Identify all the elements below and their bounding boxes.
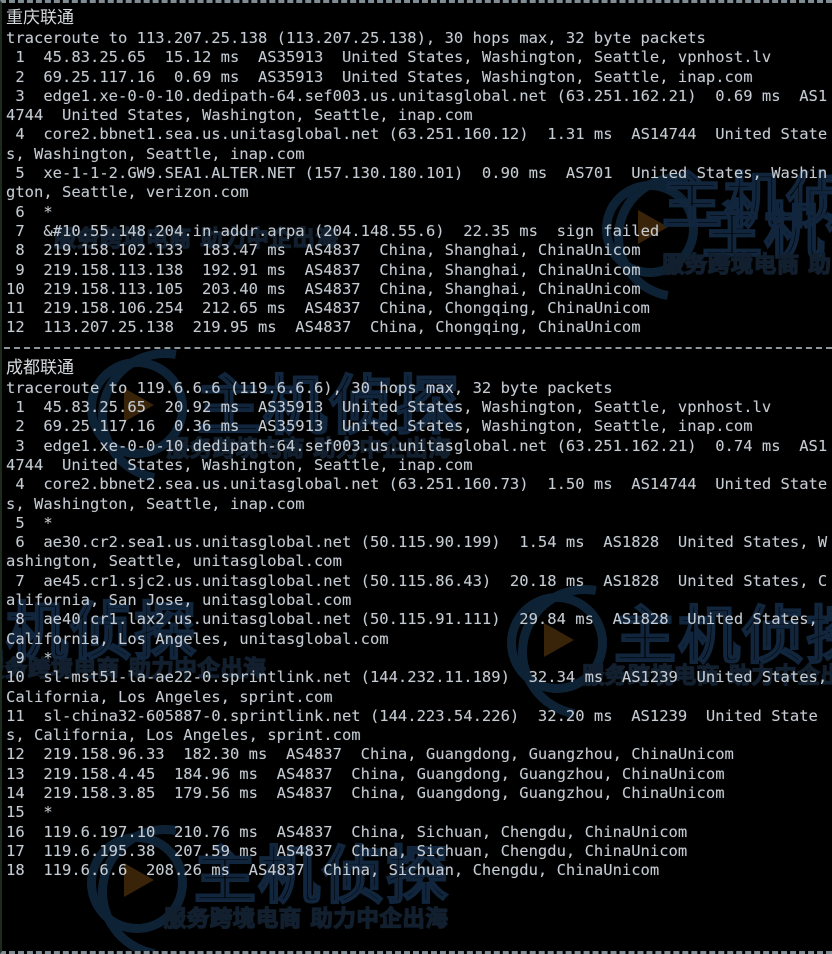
section-title: 重庆联通 — [6, 8, 74, 28]
watermark-tagline-text: 服务跨境电商 助力中企出海 — [163, 906, 449, 933]
section-divider — [4, 346, 832, 349]
traceroute-output: traceroute to 113.207.25.138 (113.207.25… — [6, 29, 828, 337]
section-chengdu-unicom: 成都联通 traceroute to 119.6.6.6 (119.6.6.6)… — [4, 357, 832, 881]
traceroute-terminal-output: 主机侦探 服务跨境电商 助 服务跨境电商 助力中企出海 主机侦探 服务跨境电商 … — [0, 0, 832, 954]
traceroute-output: traceroute to 119.6.6.6 (119.6.6.6), 30 … — [6, 378, 828, 880]
section-chongqing-unicom: 重庆联通 traceroute to 113.207.25.138 (113.2… — [4, 7, 832, 338]
terminal-screen: 重庆联通 traceroute to 113.207.25.138 (113.2… — [2, 3, 832, 880]
section-title: 成都联通 — [6, 357, 74, 378]
